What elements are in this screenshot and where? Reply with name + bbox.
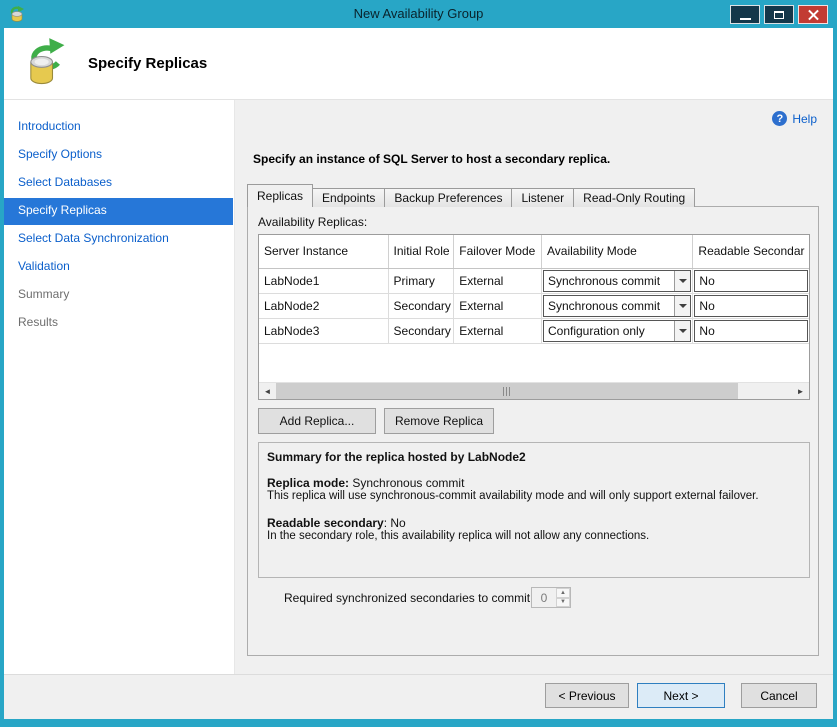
sidebar-item-specify-replicas[interactable]: Specify Replicas xyxy=(4,198,233,225)
spin-down-button[interactable]: ▼ xyxy=(556,598,570,608)
required-secondaries-label: Required synchronized secondaries to com… xyxy=(284,591,530,605)
replica-summary-box: Summary for the replica hosted by LabNod… xyxy=(258,442,810,578)
sidebar-item-specify-options[interactable]: Specify Options xyxy=(4,142,233,169)
remove-replica-button[interactable]: Remove Replica xyxy=(384,408,494,434)
availability-mode-dropdown[interactable]: Configuration only xyxy=(543,320,691,342)
scrollbar-thumb[interactable] xyxy=(276,383,738,399)
initial-role-cell: Primary xyxy=(389,269,455,293)
sidebar-item-summary: Summary xyxy=(4,282,233,309)
help-link[interactable]: ? Help xyxy=(772,111,817,126)
availability-replicas-grid: Server Instance Initial Role Failover Mo… xyxy=(258,234,810,400)
tab-listener[interactable]: Listener xyxy=(511,188,574,207)
readable-secondary-dropdown[interactable]: No xyxy=(694,270,808,292)
tab-read-only-routing[interactable]: Read-Only Routing xyxy=(573,188,695,207)
replica-row[interactable]: LabNode3 Secondary External Configuratio… xyxy=(259,319,809,344)
minimize-icon xyxy=(740,18,751,20)
chevron-down-icon[interactable] xyxy=(674,321,690,341)
column-header-readable-secondary[interactable]: Readable Secondar xyxy=(693,235,809,268)
wizard-footer: < Previous Next > Cancel xyxy=(4,674,833,719)
availability-mode-cell: Synchronous commit xyxy=(542,269,693,293)
spinner-buttons: ▲ ▼ xyxy=(556,588,570,607)
maximize-icon xyxy=(774,11,784,19)
wizard-main-area: ? Help Specify an instance of SQL Server… xyxy=(235,100,833,674)
maximize-button[interactable] xyxy=(764,5,794,24)
scroll-left-button[interactable]: ◄ xyxy=(259,383,276,399)
replica-row[interactable]: LabNode2 Secondary External Synchronous … xyxy=(259,294,809,319)
readable-secondary-description: In the secondary role, this availability… xyxy=(267,530,649,542)
readable-secondary-line: Readable secondary: No xyxy=(267,516,406,530)
sidebar-item-select-databases[interactable]: Select Databases xyxy=(4,170,233,197)
sidebar-item-validation[interactable]: Validation xyxy=(4,254,233,281)
availability-mode-dropdown[interactable]: Synchronous commit xyxy=(543,295,691,317)
initial-role-cell: Secondary xyxy=(389,319,455,343)
replicas-tab-panel: Availability Replicas: Server Instance I… xyxy=(247,206,819,656)
column-header-initial-role[interactable]: Initial Role xyxy=(389,235,455,268)
replica-mode-description: This replica will use synchronous-commit… xyxy=(267,490,759,502)
column-header-failover-mode[interactable]: Failover Mode xyxy=(454,235,542,268)
replica-row[interactable]: LabNode1 Primary External Synchronous co… xyxy=(259,269,809,294)
chevron-down-icon[interactable] xyxy=(674,296,690,316)
titlebar[interactable]: New Availability Group xyxy=(0,0,837,28)
required-secondaries-value[interactable]: 0 xyxy=(532,588,556,607)
window-title: New Availability Group xyxy=(0,6,837,21)
instruction-text: Specify an instance of SQL Server to hos… xyxy=(253,152,610,166)
failover-mode-cell: External xyxy=(454,294,542,318)
readable-secondary-dropdown[interactable]: No xyxy=(694,295,808,317)
scrollbar-grip-icon xyxy=(503,387,512,396)
readable-secondary-cell: No xyxy=(693,294,809,318)
horizontal-scrollbar[interactable]: ◄ ► xyxy=(259,382,809,399)
window-body: Specify Replicas Introduction Specify Op… xyxy=(4,28,833,719)
availability-group-icon xyxy=(20,37,72,89)
previous-button[interactable]: < Previous xyxy=(545,683,629,708)
help-icon: ? xyxy=(772,111,787,126)
required-secondaries-input[interactable]: 0 ▲ ▼ xyxy=(531,587,571,608)
add-replica-button[interactable]: Add Replica... xyxy=(258,408,376,434)
failover-mode-cell: External xyxy=(454,269,542,293)
server-instance-cell: LabNode2 xyxy=(259,294,389,318)
spin-up-button[interactable]: ▲ xyxy=(556,588,570,598)
scroll-right-button[interactable]: ► xyxy=(792,383,809,399)
sidebar-item-results: Results xyxy=(4,310,233,337)
sidebar-item-select-data-synchronization[interactable]: Select Data Synchronization xyxy=(4,226,233,253)
cancel-button[interactable]: Cancel xyxy=(741,683,817,708)
availability-mode-cell: Configuration only xyxy=(542,319,693,343)
tab-replicas[interactable]: Replicas xyxy=(247,184,313,207)
availability-replicas-label: Availability Replicas: xyxy=(258,215,367,229)
tab-endpoints[interactable]: Endpoints xyxy=(312,188,385,207)
server-instance-cell: LabNode1 xyxy=(259,269,389,293)
close-button[interactable] xyxy=(798,5,828,24)
server-instance-cell: LabNode3 xyxy=(259,319,389,343)
readable-secondary-cell: No xyxy=(693,269,809,293)
availability-mode-dropdown[interactable]: Synchronous commit xyxy=(543,270,691,292)
failover-mode-cell: External xyxy=(454,319,542,343)
grid-header-row: Server Instance Initial Role Failover Mo… xyxy=(259,235,809,269)
next-button[interactable]: Next > xyxy=(637,683,725,708)
help-label: Help xyxy=(792,112,817,126)
tab-strip: Replicas Endpoints Backup Preferences Li… xyxy=(247,184,694,207)
minimize-button[interactable] xyxy=(730,5,760,24)
column-header-server-instance[interactable]: Server Instance xyxy=(259,235,389,268)
page-title: Specify Replicas xyxy=(88,55,207,72)
wizard-header: Specify Replicas xyxy=(4,28,833,100)
new-availability-group-window: New Availability Group Specify Replicas … xyxy=(0,0,837,727)
readable-secondary-cell: No xyxy=(693,319,809,343)
sidebar-item-introduction[interactable]: Introduction xyxy=(4,114,233,141)
availability-mode-cell: Synchronous commit xyxy=(542,294,693,318)
readable-secondary-dropdown[interactable]: No xyxy=(694,320,808,342)
summary-title: Summary for the replica hosted by LabNod… xyxy=(267,450,526,464)
replica-mode-line: Replica mode: Synchronous commit xyxy=(267,476,464,490)
column-header-availability-mode[interactable]: Availability Mode xyxy=(542,235,693,268)
chevron-down-icon[interactable] xyxy=(674,271,690,291)
wizard-steps-sidebar: Introduction Specify Options Select Data… xyxy=(4,100,235,674)
tab-backup-preferences[interactable]: Backup Preferences xyxy=(384,188,512,207)
initial-role-cell: Secondary xyxy=(389,294,455,318)
window-controls xyxy=(730,5,828,24)
